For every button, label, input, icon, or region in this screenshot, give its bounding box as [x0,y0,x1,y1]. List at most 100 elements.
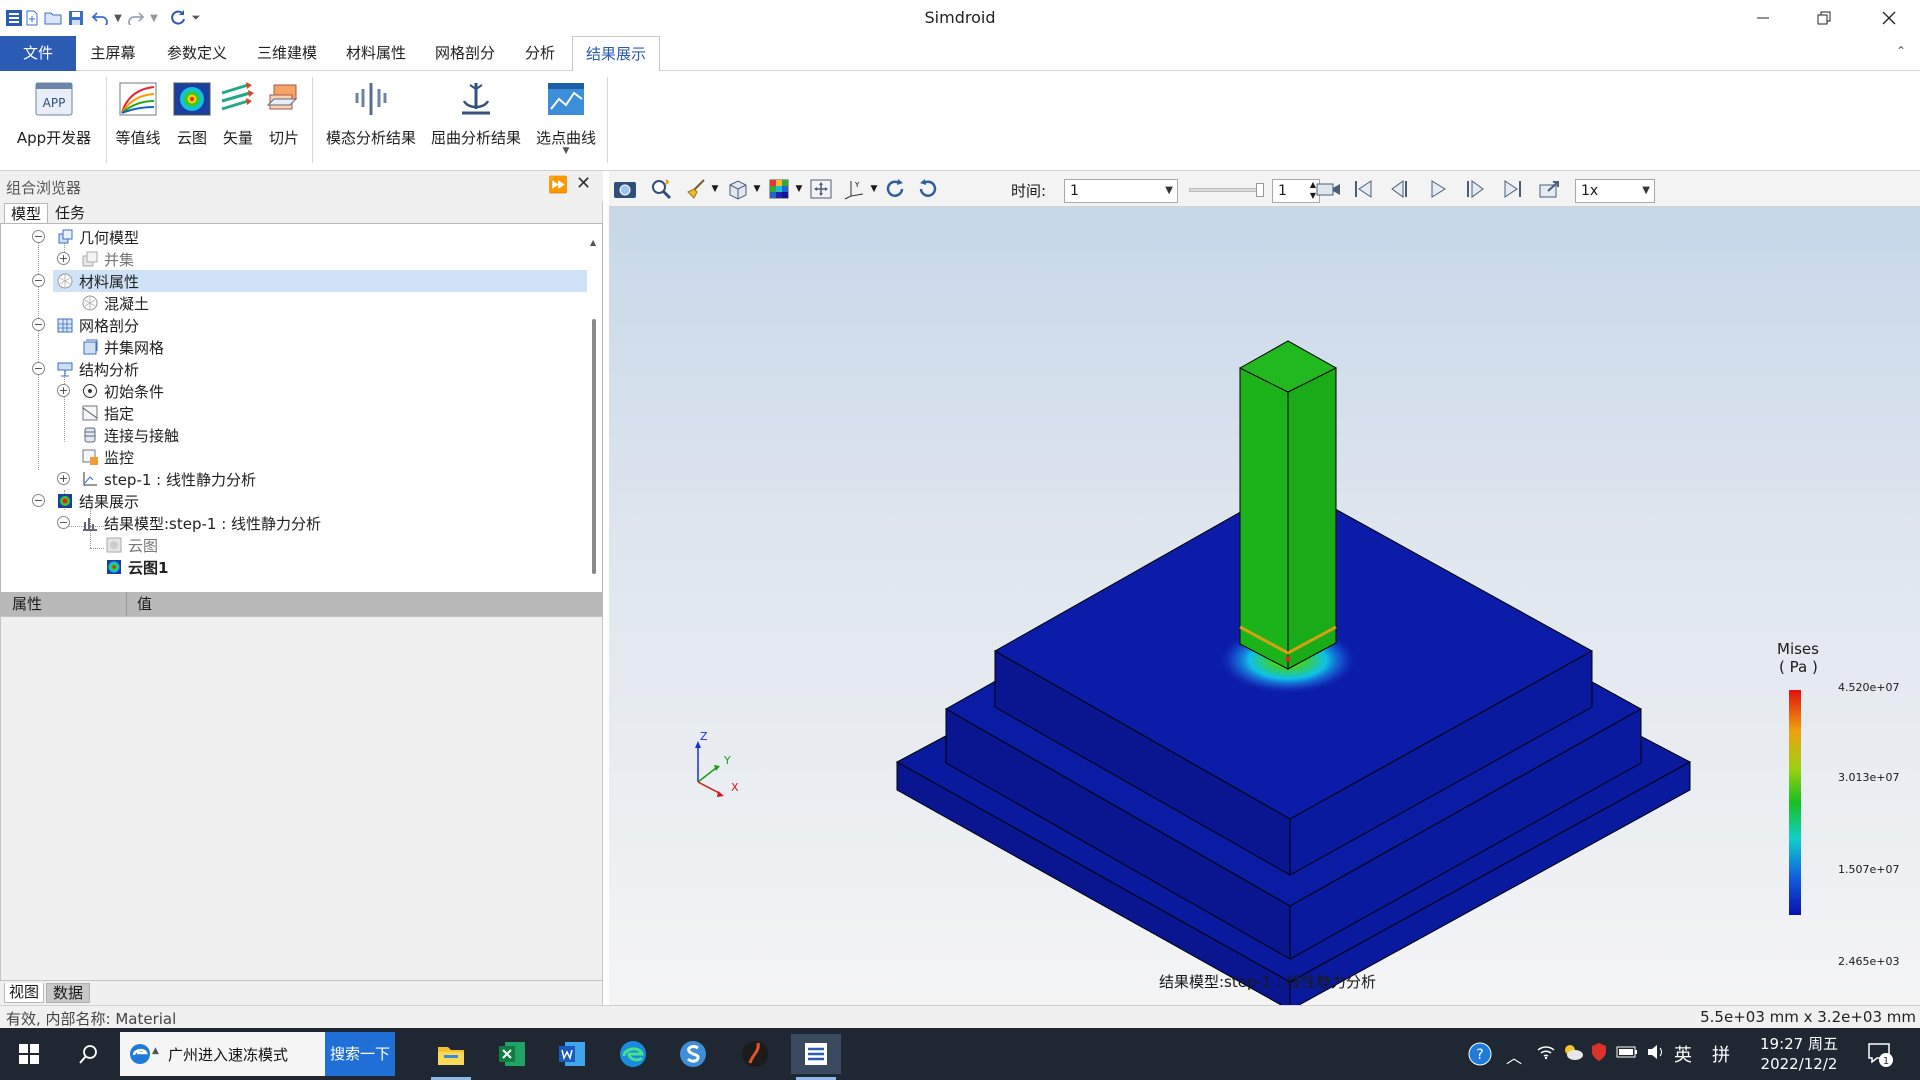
tab-home[interactable]: 主屏幕 [80,36,146,71]
tree-item-geometry[interactable]: 几何模型 [56,226,139,248]
collapse-toggle[interactable]: − [32,274,45,287]
time-slider-thumb[interactable] [1256,183,1264,197]
notification-icon[interactable]: 1 [1866,1040,1894,1072]
show-hidden-icons-icon[interactable]: ︿ [1506,1044,1522,1068]
speed-select[interactable]: 1x ▼ [1575,179,1655,203]
time-slider[interactable] [1189,183,1264,197]
slice-button[interactable]: 切片 [262,79,306,148]
tab-task[interactable]: 任务 [50,203,90,224]
tab-3d-modeling[interactable]: 三维建模 [247,36,327,71]
tab-parameters[interactable]: 参数定义 [157,36,237,71]
last-frame-icon[interactable] [1500,177,1526,201]
help-icon[interactable]: ? [1468,1042,1492,1070]
wifi-icon[interactable] [1536,1044,1556,1064]
collapse-toggle[interactable]: − [32,230,45,243]
ribbon-separator [106,77,107,163]
file-explorer-icon[interactable] [426,1034,476,1074]
next-frame-icon[interactable] [1462,177,1488,201]
tree-item-union-mesh[interactable]: 并集网格 [81,336,164,358]
3d-viewport[interactable]: ▼ ▼ ▼ Y ▼ 时间: 1 ▼ 1 ▲ ▼ 1x ▼ Z Y X Mises… [609,171,1920,1005]
properties-header: 属性 值 [0,592,603,616]
restore-button[interactable] [1795,0,1853,36]
weather-icon[interactable] [1562,1042,1584,1066]
expand-toggle[interactable]: + [57,252,70,265]
rotate-cw-icon[interactable] [883,177,909,201]
tree-item-union[interactable]: 并集 [81,248,134,270]
previous-frame-icon[interactable] [1387,177,1413,201]
play-icon[interactable] [1425,177,1451,201]
ime-mode[interactable]: 拼 [1712,1041,1730,1067]
collapse-toggle[interactable]: − [57,516,70,529]
excel-icon[interactable] [487,1034,537,1074]
app-s-icon[interactable] [668,1034,718,1074]
property-column-header[interactable]: 属性 [0,592,127,616]
collapse-toggle[interactable]: − [32,318,45,331]
simdroid-taskbar-icon[interactable] [791,1034,841,1074]
expand-toggle[interactable]: + [57,472,70,485]
tab-model[interactable]: 模型 [4,203,48,224]
search-go-button[interactable]: 搜索一下 [325,1032,395,1076]
tree-item-mesh[interactable]: 网格剖分 [56,314,139,336]
cloud-map-button[interactable]: 云图 [170,79,214,148]
tab-material[interactable]: 材料属性 [336,36,416,71]
media-app-icon[interactable] [730,1034,780,1074]
tab-data[interactable]: 数据 [46,983,90,1003]
first-frame-icon[interactable] [1350,177,1376,201]
stress-model-render[interactable]: Z Y X [609,207,1920,1005]
clock[interactable]: 19:27 周五 2022/12/2 [1758,1034,1840,1074]
screenshot-icon[interactable] [612,177,638,201]
tab-mesh[interactable]: 网格剖分 [425,36,505,71]
mesh-icon [57,318,73,333]
float-panel-icon[interactable]: ⏩ [548,175,568,194]
tree-item-monitor[interactable]: 监控 [81,446,134,468]
collapse-toggle[interactable]: − [32,494,45,507]
tree-scrollbar-thumb[interactable] [592,319,596,574]
tree-item-structure-analysis[interactable]: 结构分析 [56,358,139,380]
battery-icon[interactable] [1616,1044,1638,1063]
contour-lines-button[interactable]: 等值线 [112,79,164,148]
tree-item-cloud-map-1[interactable]: 云图1 [105,556,168,578]
tree-label: step-1 : 线性静力分析 [104,470,256,489]
buckling-result-button[interactable]: 屈曲分析结果 [428,79,524,148]
tree-item-assign[interactable]: 指定 [81,402,134,424]
search-box[interactable]: ▲ 广州进入速冻模式 [120,1032,325,1076]
tree-item-step-1[interactable]: step-1 : 线性静力分析 [81,468,256,490]
fit-view-icon[interactable] [808,177,834,201]
export-animation-icon[interactable] [1537,177,1563,201]
security-icon[interactable] [1590,1042,1608,1066]
tree-item-concrete[interactable]: 混凝土 [81,292,149,314]
tab-results[interactable]: 结果展示 [572,36,660,72]
tree-item-contact[interactable]: 连接与接触 [81,424,179,446]
ime-language[interactable]: 英 [1674,1041,1692,1067]
value-column-header[interactable]: 值 [127,592,603,616]
tree-item-material[interactable]: 材料属性 [56,270,139,292]
close-button[interactable] [1860,0,1918,36]
time-select[interactable]: 1 ▼ [1064,179,1178,203]
close-panel-icon[interactable]: ✕ [576,173,591,194]
volume-icon[interactable] [1646,1044,1666,1064]
tab-analysis[interactable]: 分析 [515,36,565,71]
tree-item-initial-condition[interactable]: 初始条件 [81,380,164,402]
tab-file[interactable]: 文件 [0,36,76,71]
tree-item-cloud-map[interactable]: 云图 [105,534,158,556]
app-developer-button[interactable]: APP App开发器 [10,79,98,148]
tab-view[interactable]: 视图 [4,983,44,1003]
edge-browser-icon[interactable] [608,1034,658,1074]
minimize-button[interactable] [1734,0,1792,36]
record-video-icon[interactable] [1312,177,1346,201]
vector-button[interactable]: 矢量 [218,79,258,148]
rotate-ccw-icon[interactable] [914,177,940,201]
modal-result-button[interactable]: 模态分析结果 [320,79,422,148]
expand-toggle[interactable]: + [57,384,70,397]
collapse-ribbon-icon[interactable]: ⌃ [1896,44,1906,58]
scroll-up-icon[interactable]: ▲ [590,238,596,247]
word-icon[interactable] [547,1034,597,1074]
tree-item-results[interactable]: 结果展示 [56,490,139,512]
zoom-icon[interactable] [649,177,675,201]
search-text: 广州进入速冻模式 [168,1046,289,1064]
point-curve-button[interactable]: 选点曲线 ▼ [530,79,602,156]
search-icon[interactable] [64,1034,114,1074]
tree-item-result-model[interactable]: 结果模型:step-1 : 线性静力分析 [81,512,321,534]
collapse-toggle[interactable]: − [32,362,45,375]
windows-start-icon[interactable] [4,1034,54,1074]
